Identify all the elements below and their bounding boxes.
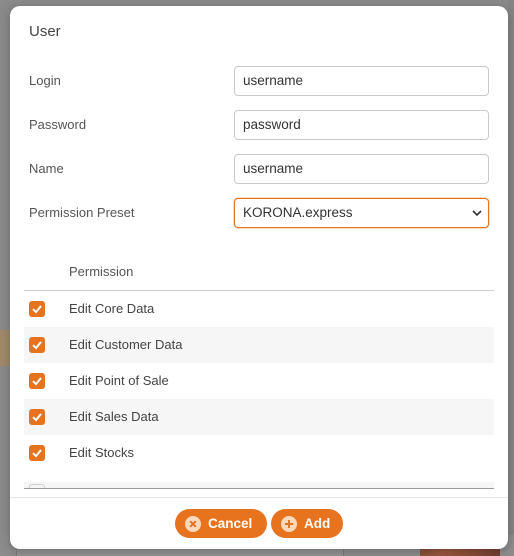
background-app-edge bbox=[508, 0, 514, 556]
cancel-label: Cancel bbox=[208, 516, 253, 531]
preset-value: KORONA.express bbox=[243, 205, 353, 220]
table-row: Edit Point of Sale bbox=[24, 363, 494, 399]
preset-label: Permission Preset bbox=[29, 205, 135, 220]
name-row: Name username bbox=[29, 154, 489, 184]
add-button[interactable]: Add bbox=[271, 509, 343, 538]
permission-preset-select[interactable]: KORONA.express bbox=[234, 198, 489, 228]
name-input[interactable]: username bbox=[234, 154, 489, 184]
preset-row: Permission Preset KORONA.express bbox=[29, 198, 489, 228]
permission-checkbox[interactable] bbox=[29, 409, 45, 425]
cancel-button[interactable]: Cancel bbox=[175, 509, 267, 538]
permission-label: Edit Sales Data bbox=[69, 409, 159, 424]
permission-checkbox[interactable] bbox=[29, 337, 45, 353]
permission-checkbox[interactable] bbox=[29, 373, 45, 389]
table-scroll-edge bbox=[24, 488, 494, 489]
checkmark-icon bbox=[32, 449, 42, 458]
password-row: Password password bbox=[29, 110, 489, 140]
permission-label: Edit Customer Data bbox=[69, 337, 183, 352]
table-row: Edit Customer Data bbox=[24, 327, 494, 363]
name-label: Name bbox=[29, 161, 64, 176]
add-label: Add bbox=[304, 516, 331, 531]
background-app-fragment bbox=[0, 330, 10, 366]
permission-checkbox[interactable] bbox=[29, 301, 45, 317]
permission-label: Edit Core Data bbox=[69, 301, 155, 316]
permission-label: Edit Stocks bbox=[69, 445, 135, 460]
checkmark-icon bbox=[32, 413, 42, 422]
checkmark-icon bbox=[32, 305, 42, 314]
permission-checkbox[interactable] bbox=[29, 445, 45, 461]
dialog-title: User bbox=[29, 23, 61, 40]
login-row: Login username bbox=[29, 66, 489, 96]
checkmark-icon bbox=[32, 377, 42, 386]
plus-circle-icon bbox=[281, 515, 297, 532]
table-row: Edit Sales Data bbox=[24, 399, 494, 435]
table-row: Edit Core Data bbox=[24, 291, 494, 327]
password-input[interactable]: password bbox=[234, 110, 489, 140]
close-circle-icon bbox=[185, 515, 201, 532]
user-dialog: User Login username Password password Na… bbox=[10, 6, 508, 549]
table-row: Edit Stocks bbox=[24, 435, 494, 471]
password-label: Password bbox=[29, 117, 87, 132]
chevron-down-icon bbox=[472, 210, 482, 217]
footer-divider bbox=[10, 497, 508, 498]
permission-column-header: Permission bbox=[69, 264, 134, 279]
login-label: Login bbox=[29, 73, 61, 88]
permission-label: Edit Point of Sale bbox=[69, 373, 169, 388]
checkmark-icon bbox=[32, 341, 42, 350]
login-input[interactable]: username bbox=[234, 66, 489, 96]
